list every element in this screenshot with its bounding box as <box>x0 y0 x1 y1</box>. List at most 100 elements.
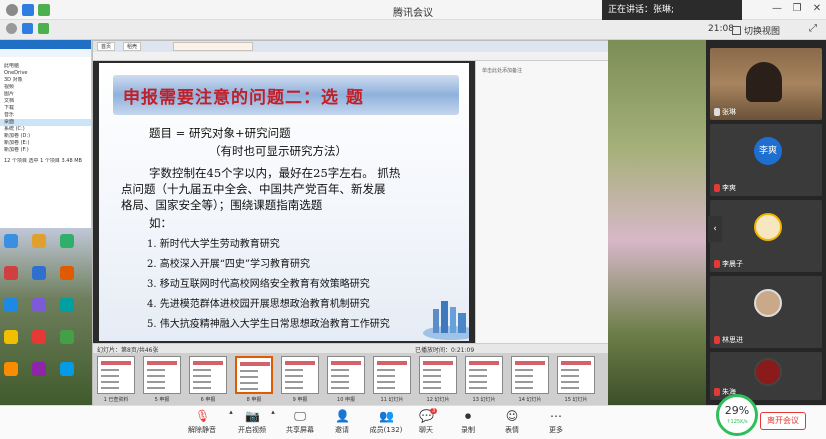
network-indicator[interactable]: 29% ↑125K/s <box>716 394 758 436</box>
switch-view-button[interactable]: 切换视图 <box>732 23 780 37</box>
desktop-app-icon[interactable] <box>32 298 46 312</box>
more-button[interactable]: ⋯ 更多 <box>536 408 576 435</box>
slide-thumbnail[interactable] <box>143 356 181 394</box>
explorer-item[interactable]: 图片 <box>0 91 91 98</box>
participant-panel: 张琳 李爽 李爽 李晨子 林思进 朱海 <box>706 40 826 405</box>
explorer-item[interactable]: 音乐 <box>0 112 91 119</box>
slide-area: 申报需要注意的问题二：选 题 题目 = 研究对象+研究问题 （有时也可显示研究方… <box>93 61 475 343</box>
thumbnail-title-bar <box>423 361 453 365</box>
slide-line: （有时也可显示研究方法） <box>209 144 347 158</box>
leave-meeting-button[interactable]: 离开会议 <box>760 412 806 430</box>
slide-thumbnail-label: 12 幻灯片 <box>426 397 450 403</box>
signal-icon[interactable] <box>38 23 49 34</box>
slide-list-item: 3. 移动互联网时代高校网络安全教育有效策略研究 <box>147 279 370 290</box>
participant-name: 李晨子 <box>722 260 743 268</box>
explorer-item[interactable]: OneDrive <box>0 70 91 77</box>
slide-thumbnail-label: 11 幻灯片 <box>380 397 404 403</box>
desktop-app-icon[interactable] <box>60 362 74 376</box>
thumbnail-text-line <box>377 375 395 377</box>
mic-muted-icon <box>714 388 720 396</box>
fullscreen-icon[interactable]: ⤢ <box>806 23 820 34</box>
explorer-item[interactable]: 桌面 <box>0 119 91 126</box>
thumbnail-text-line <box>423 387 441 389</box>
slide-line: 如： <box>149 216 172 230</box>
desktop-app-icon[interactable] <box>4 266 18 280</box>
desktop-app-icon[interactable] <box>4 362 18 376</box>
record-icon: ⏺ <box>464 409 471 423</box>
participant-tile[interactable]: 朱海 <box>710 352 822 400</box>
share-screen-icon: 🖵 <box>294 409 306 423</box>
slide-thumbnail[interactable] <box>557 356 595 394</box>
explorer-item[interactable]: 视频 <box>0 84 91 91</box>
ppt-tab-document[interactable] <box>173 42 253 51</box>
thumbnail-text-line <box>193 381 211 383</box>
participant-tile[interactable]: 张琳 <box>710 48 822 120</box>
participant-scroll-left-icon[interactable]: ‹ <box>708 216 722 242</box>
slide-thumbnail[interactable] <box>419 356 457 394</box>
close-icon[interactable]: ✕ <box>810 3 824 14</box>
thumbnail-text-line <box>240 376 258 378</box>
explorer-item[interactable]: 新加卷 (E:) <box>0 140 91 147</box>
unmute-button[interactable]: 🎙 解除静音 <box>182 408 222 435</box>
camera-off-icon: 📷 <box>245 409 260 423</box>
mic-muted-icon: 🎙 <box>195 409 211 423</box>
invite-button[interactable]: 👤 邀请 <box>322 408 362 435</box>
thumbnail-text-line <box>147 369 165 371</box>
slide-thumbnail[interactable] <box>281 356 319 394</box>
start-video-button[interactable]: 📷 开启视频 <box>232 408 272 435</box>
slide-line: 格局、国家安全等）；围绕课题指南选题 <box>121 198 323 212</box>
participant-name-row: 林思进 <box>714 335 743 345</box>
notes-placeholder[interactable]: 单击此处添加备注 <box>482 67 542 74</box>
thumbnail-text-line <box>423 381 441 383</box>
slide-list-item: 2. 高校深入开展“四史”学习教育研究 <box>147 259 310 270</box>
explorer-item[interactable]: 新加卷 (D:) <box>0 133 91 140</box>
slide-thumbnail-label: 15 幻灯片 <box>564 397 588 403</box>
slide-thumbnail[interactable] <box>327 356 365 394</box>
thumbnail-text-line <box>240 370 258 372</box>
thumbnail-text-line <box>561 381 579 383</box>
desktop-app-icon[interactable] <box>60 266 74 280</box>
share-screen-button[interactable]: 🖵 共享屏幕 <box>280 408 320 435</box>
desktop-app-icon[interactable] <box>32 266 46 280</box>
emoji-button[interactable]: ☺ 表情 <box>492 408 532 435</box>
participant-tile[interactable]: 李爽 李爽 <box>710 124 822 196</box>
slide-thumbnail-label: 6 申报 <box>200 397 216 403</box>
thumbnail-text-line <box>469 387 487 389</box>
desktop-app-icon[interactable] <box>32 362 46 376</box>
slide-thumbnail[interactable] <box>189 356 227 394</box>
slide-thumbnail[interactable] <box>511 356 549 394</box>
desktop-app-icon[interactable] <box>32 234 46 248</box>
chat-button[interactable]: 💬 3 聊天 <box>406 408 446 435</box>
explorer-item[interactable]: 新加卷 (F:) <box>0 147 91 154</box>
desktop-app-icon[interactable] <box>60 330 74 344</box>
info-icon[interactable] <box>6 23 17 34</box>
shield-icon[interactable] <box>22 23 33 34</box>
slide-thumbnail[interactable] <box>465 356 503 394</box>
thumbnail-text-line <box>515 387 533 389</box>
ppt-tab-home[interactable]: 首页 <box>97 42 116 51</box>
desktop-app-icon[interactable] <box>60 298 74 312</box>
minimize-icon[interactable]: — <box>770 3 784 14</box>
participant-tile[interactable]: 林思进 <box>710 276 822 348</box>
bottom-toolbar: 🎙 解除静音 ▴ 📷 开启视频 ▴ 🖵 共享屏幕 👤 邀请 👥 成员(132) … <box>0 405 826 439</box>
slide-thumbnail[interactable] <box>97 356 135 394</box>
members-button[interactable]: 👥 成员(132) <box>364 408 408 435</box>
record-button[interactable]: ⏺ 录制 <box>448 408 488 435</box>
explorer-item[interactable]: 系统 (C:) <box>0 126 91 133</box>
desktop-app-icon[interactable] <box>60 234 74 248</box>
desktop-app-icon[interactable] <box>32 330 46 344</box>
explorer-item[interactable]: 3D 对象 <box>0 77 91 84</box>
video-options-chevron-icon[interactable]: ▴ <box>268 408 278 416</box>
desktop-app-icon[interactable] <box>4 298 18 312</box>
ppt-tab-docer[interactable]: 稻壳 <box>123 42 142 51</box>
slide-thumbnail[interactable] <box>373 356 411 394</box>
participant-tile[interactable]: 李晨子 <box>710 200 822 272</box>
desktop-app-icon[interactable] <box>4 330 18 344</box>
slide-thumbnail[interactable] <box>235 356 273 394</box>
desktop-app-icon[interactable] <box>4 234 18 248</box>
explorer-item[interactable]: 此电脑 <box>0 63 91 70</box>
explorer-item[interactable]: 文档 <box>0 98 91 105</box>
explorer-item[interactable]: 下载 <box>0 105 91 112</box>
restore-icon[interactable]: ❐ <box>790 3 804 14</box>
ppt-menu-bar <box>93 52 609 61</box>
